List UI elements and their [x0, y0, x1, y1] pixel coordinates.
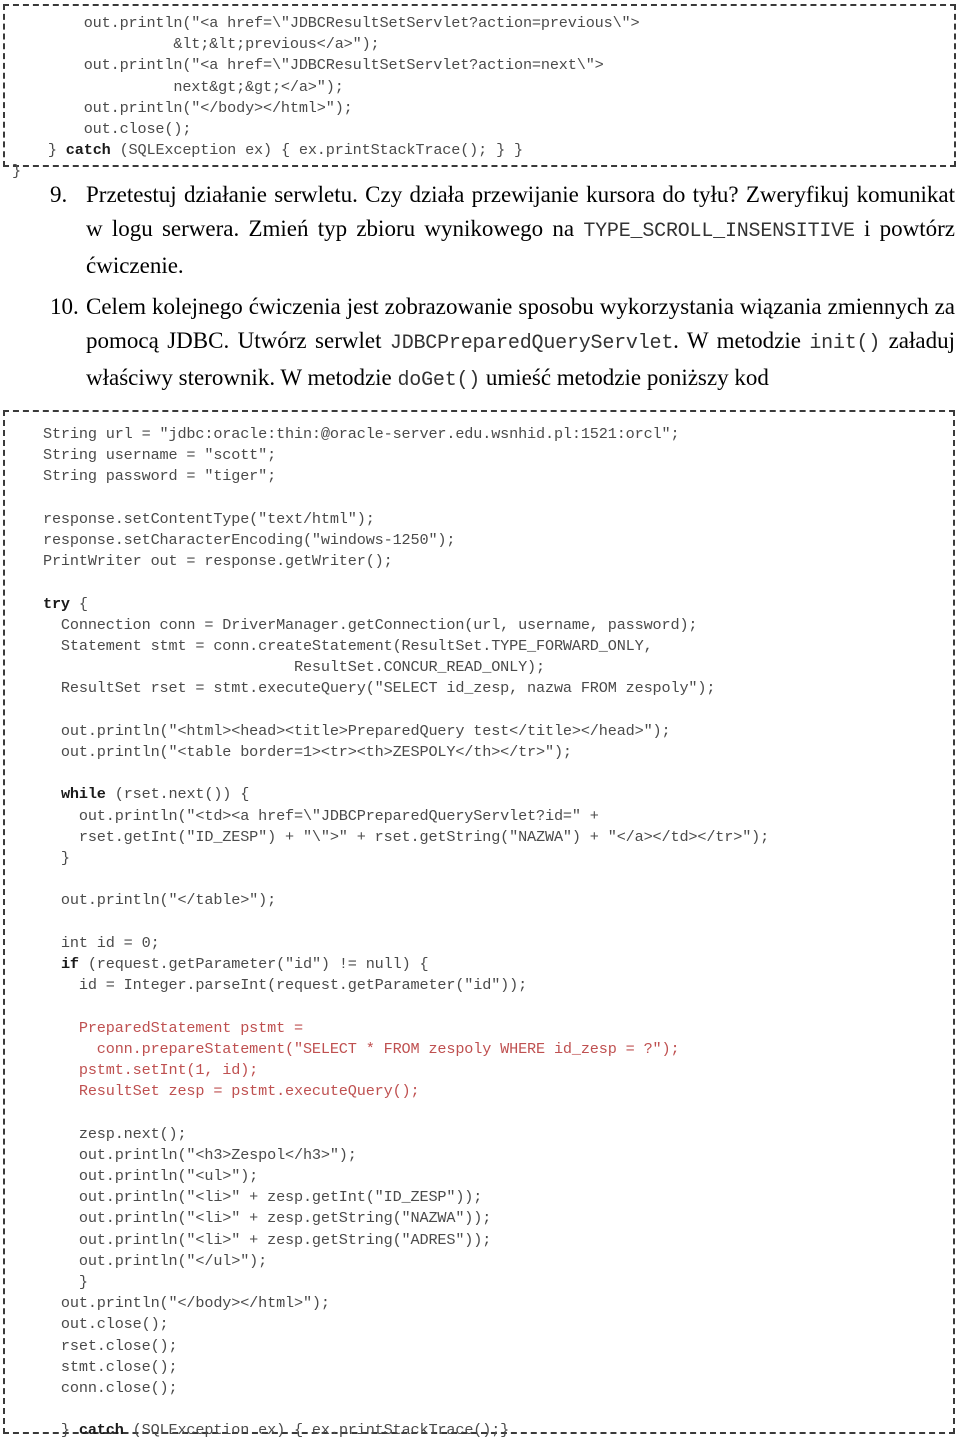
code-line: out.println("</body></html>");: [12, 98, 353, 117]
code-line: out.println("<td><a href=\"JDBCPreparedQ…: [43, 806, 599, 825]
code-line: out.close();: [43, 1315, 169, 1334]
inline-code-init: init(): [809, 332, 881, 355]
code-line: ResultSet rset = stmt.executeQuery("SELE…: [43, 679, 716, 698]
list-item-body: Celem kolejnego ćwiczenia jest zobrazowa…: [86, 290, 960, 398]
code-line: PrintWriter out = response.getWriter();: [43, 552, 393, 571]
code-line: try {: [43, 594, 88, 613]
code-line-highlighted: ResultSet zesp = pstmt.executeQuery();: [43, 1082, 420, 1101]
code-line: out.println("<li>" + zesp.getString("NAZ…: [43, 1209, 492, 1228]
code-line: } catch (SQLException ex) { ex.printStac…: [43, 1421, 510, 1440]
code-block-top-frame: out.println("<a href=\"JDBCResultSetServ…: [3, 4, 956, 180]
code-line: conn.close();: [43, 1379, 178, 1398]
code-keyword: while: [60, 785, 106, 804]
code-keyword: catch: [78, 1421, 124, 1440]
code-line: next&gt;&gt;</a>");: [12, 77, 344, 96]
code-line: if (request.getParameter("id") != null) …: [60, 954, 429, 973]
code-line: out.println("<li>" + zesp.getString("ADR…: [43, 1230, 492, 1249]
code-line: while (rset.next()) {: [60, 785, 250, 804]
list-item-text: . W metodzie: [673, 328, 810, 353]
code-line: out.println("<a href=\"JDBCResultSetServ…: [12, 56, 604, 75]
code-line: out.println("<table border=1><tr><th>ZES…: [43, 743, 572, 761]
code-line: ResultSet.CONCUR_READ_ONLY);: [43, 658, 545, 677]
code-line: stmt.close();: [43, 1357, 178, 1376]
code-line: }: [43, 1273, 88, 1291]
inline-code-doget: doGet(): [397, 369, 481, 392]
code-keyword: catch: [65, 141, 111, 160]
code-line: String password = "tiger";: [43, 467, 277, 486]
code-line: out.println("<html><head><title>Prepared…: [43, 721, 671, 740]
code-line: response.setContentType("text/html");: [43, 509, 375, 528]
code-line-highlighted: pstmt.setInt(1, id);: [43, 1060, 259, 1079]
code-block-bottom: String url = "jdbc:oracle:thin:@oracle-s…: [5, 412, 953, 1442]
code-line: out.println("<ul>");: [43, 1166, 259, 1185]
exercise-list: 9. Przetestuj działanie serwletu. Czy dz…: [0, 178, 960, 405]
code-line: out.println("</table>");: [43, 891, 277, 910]
list-item-text-tail: umieść metodzie poniższy kod: [480, 365, 769, 390]
list-item-number: 10.: [50, 294, 79, 319]
list-item-body: Przetestuj działanie serwletu. Czy dział…: [86, 178, 960, 283]
code-line: out.println("<h3>Zespol</h3>");: [43, 1145, 357, 1164]
code-line: }: [43, 849, 70, 867]
code-line: String url = "jdbc:oracle:thin:@oracle-s…: [43, 425, 680, 443]
code-line-highlighted: PreparedStatement pstmt =: [43, 1018, 303, 1037]
code-block-top: out.println("<a href=\"JDBCResultSetServ…: [5, 6, 954, 183]
code-line: out.println("<a href=\"JDBCResultSetServ…: [12, 14, 640, 32]
code-line: response.setCharacterEncoding("windows-1…: [43, 531, 456, 549]
code-line-highlighted: conn.prepareStatement("SELECT * FROM zes…: [43, 1039, 680, 1058]
code-block-bottom-frame: String url = "jdbc:oracle:thin:@oracle-s…: [3, 410, 955, 1439]
code-line: zesp.next();: [43, 1124, 187, 1143]
inline-code-type-scroll-insensitive: TYPE_SCROLL_INSENSITIVE: [583, 220, 855, 243]
document-page: out.println("<a href=\"JDBCResultSetServ…: [0, 0, 960, 1439]
code-line: rset.getInt("ID_ZESP") + "\">" + rset.ge…: [43, 827, 770, 846]
code-line: id = Integer.parseInt(request.getParamet…: [43, 976, 528, 995]
code-line: out.println("</body></html>");: [43, 1294, 330, 1313]
code-keyword: if: [60, 954, 79, 973]
inline-code-jdbcpreparedqueryservlet: JDBCPreparedQueryServlet: [389, 332, 674, 355]
code-line: int id = 0;: [43, 933, 160, 952]
code-keyword: try: [43, 594, 70, 613]
list-item: 10. Celem kolejnego ćwiczenia jest zobra…: [0, 290, 960, 398]
code-line: out.println("</ul>");: [43, 1251, 268, 1270]
code-line: Connection conn = DriverManager.getConne…: [43, 615, 698, 634]
list-item-number: 9.: [50, 182, 68, 207]
code-line: } catch (SQLException ex) { ex.printStac…: [12, 141, 523, 160]
code-line: Statement stmt = conn.createStatement(Re…: [43, 637, 653, 655]
code-line: out.close();: [12, 120, 192, 139]
code-line: String username = "scott";: [43, 446, 277, 465]
code-line: &lt;&lt;previous</a>");: [12, 35, 380, 54]
code-line: rset.close();: [43, 1336, 178, 1355]
list-item: 9. Przetestuj działanie serwletu. Czy dz…: [0, 178, 960, 283]
code-line: out.println("<li>" + zesp.getInt("ID_ZES…: [43, 1188, 483, 1207]
